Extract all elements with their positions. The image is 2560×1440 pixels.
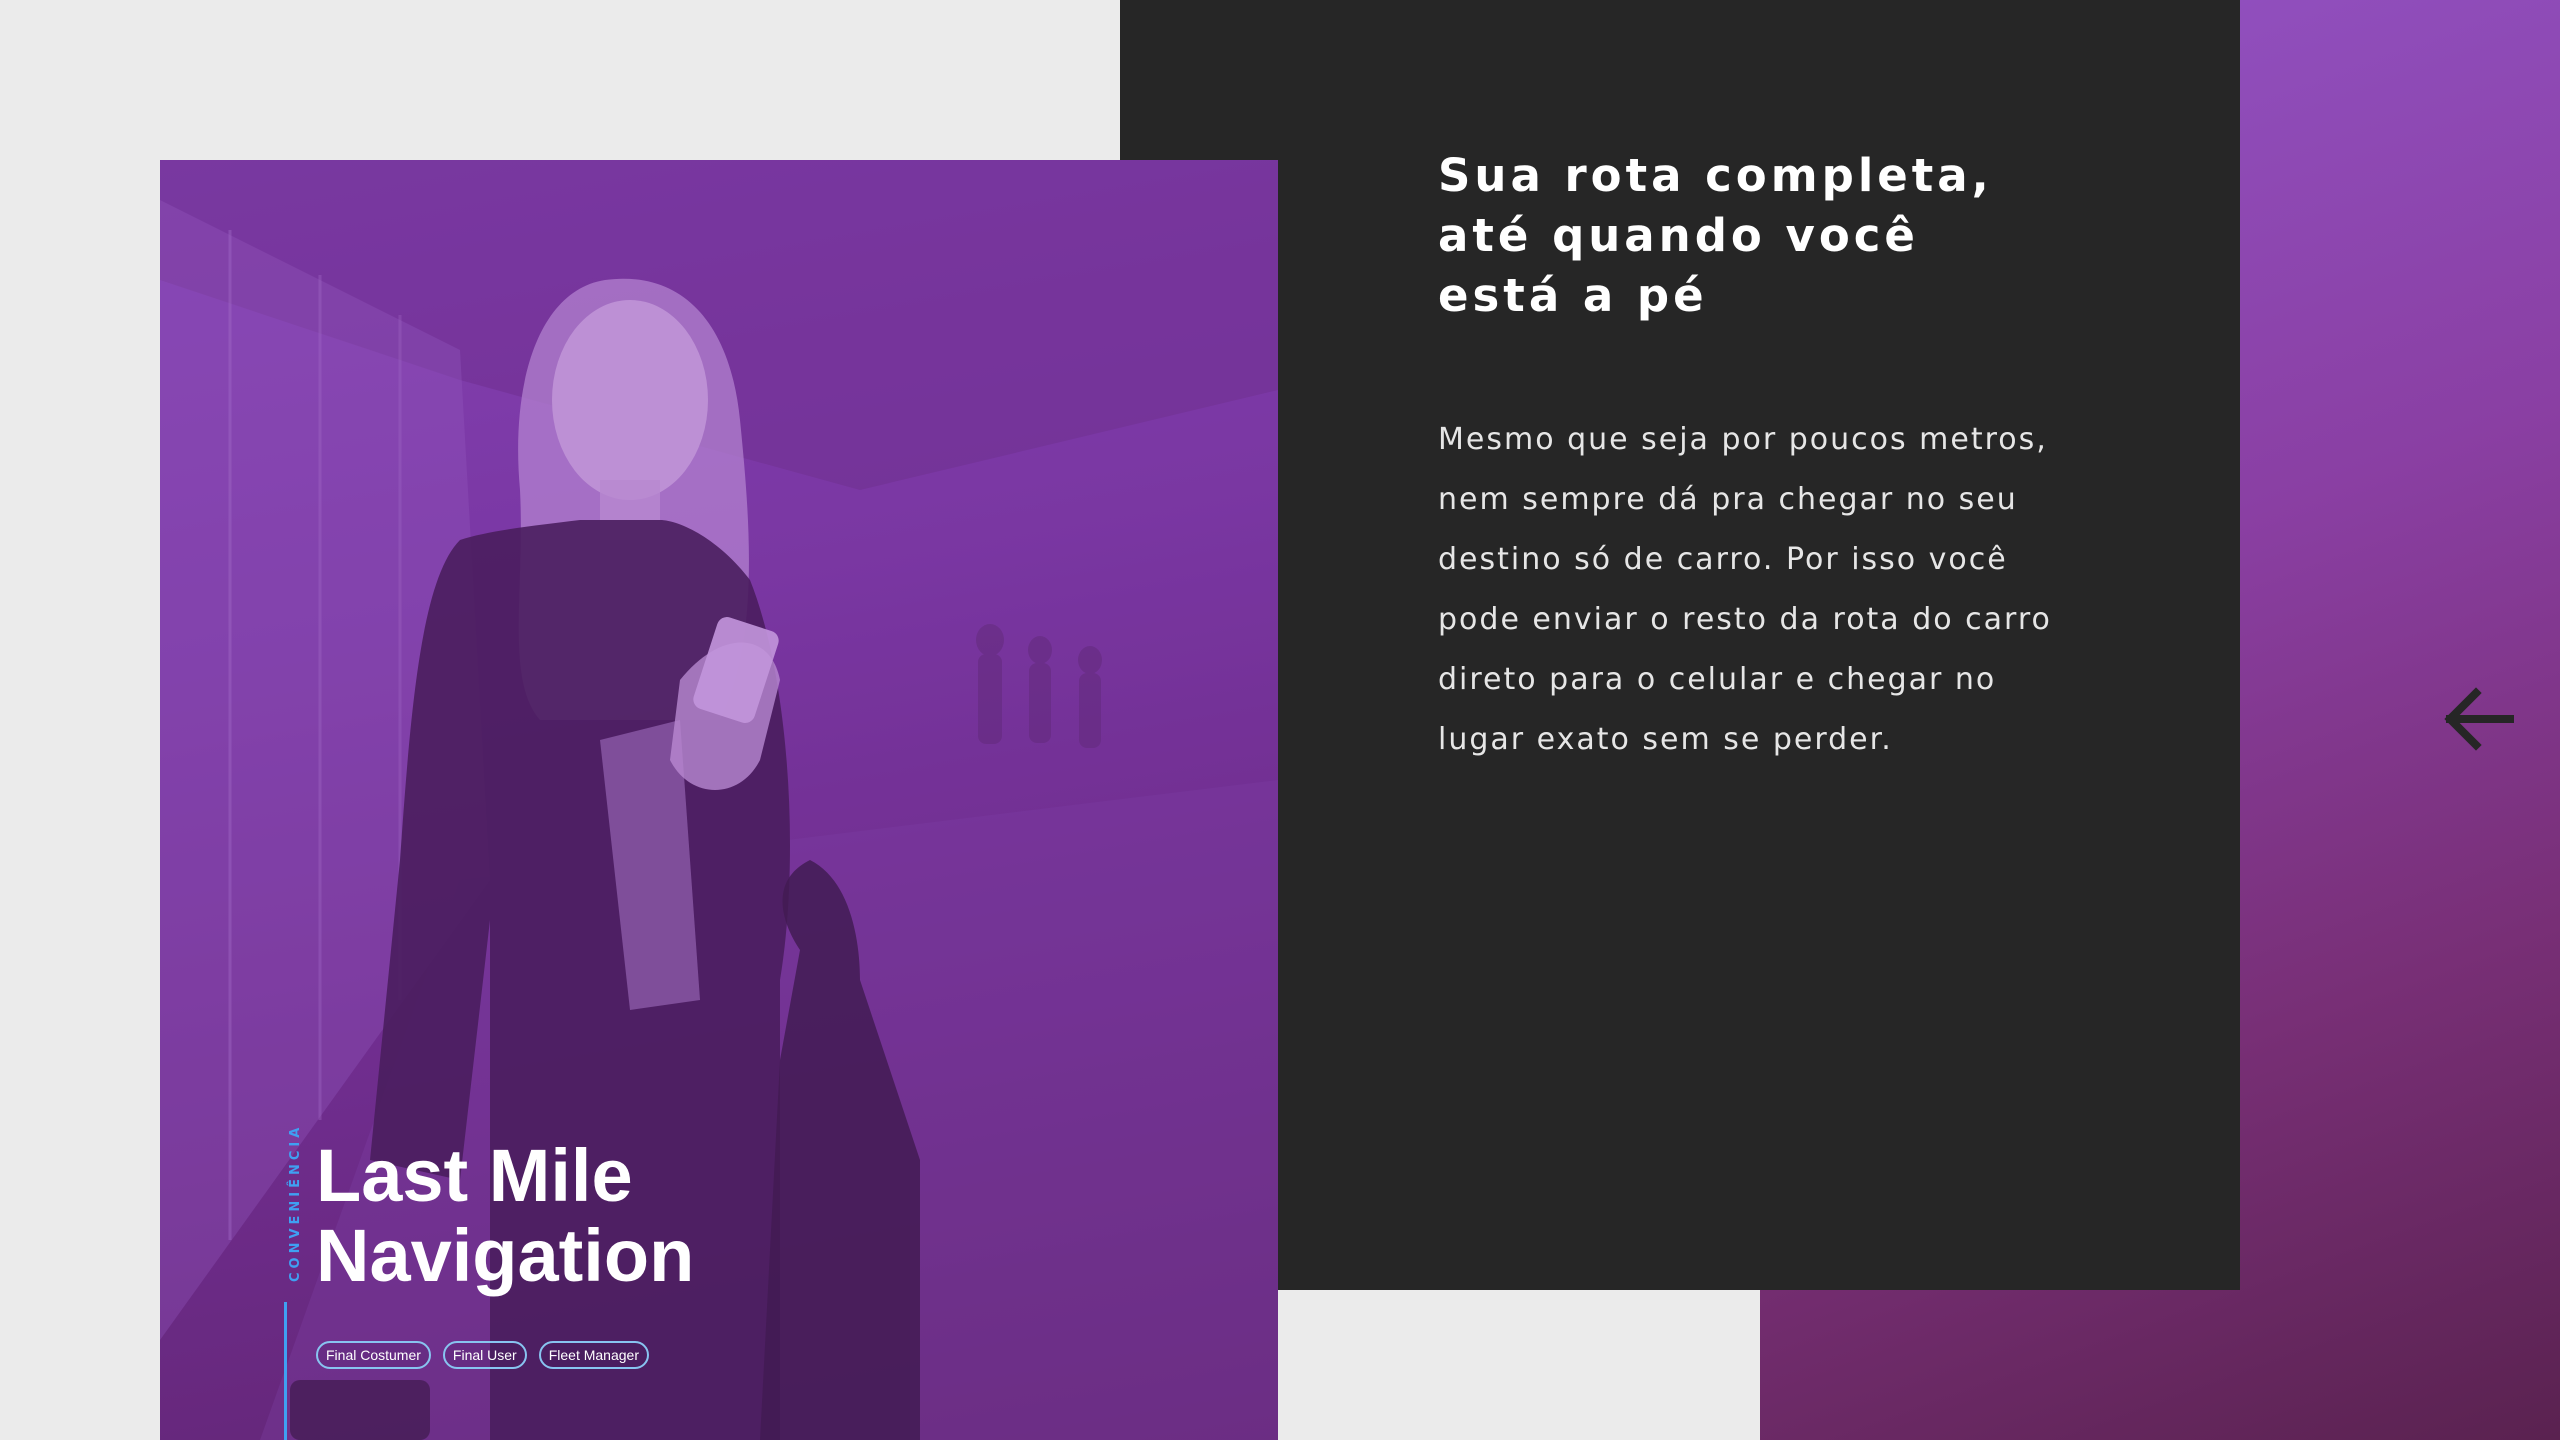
category-label: CONVENIÊNCIA bbox=[288, 1123, 303, 1282]
accent-divider bbox=[284, 1302, 287, 1440]
tag-final-costumer[interactable]: Final Costumer bbox=[316, 1341, 431, 1369]
tag-final-user[interactable]: Final User bbox=[442, 1341, 527, 1369]
section-description: Mesmo que seja por poucos metros, nem se… bbox=[1438, 422, 2052, 757]
tag-list: Final Costumer Final User Fleet Manager bbox=[316, 1341, 649, 1369]
feature-title: Last Mile Navigation bbox=[316, 1134, 695, 1297]
section-heading: Sua rota completa, até quando você está … bbox=[1438, 149, 1993, 322]
arrow-left-icon[interactable] bbox=[2444, 686, 2516, 752]
tag-fleet-manager[interactable]: Fleet Manager bbox=[538, 1341, 649, 1369]
